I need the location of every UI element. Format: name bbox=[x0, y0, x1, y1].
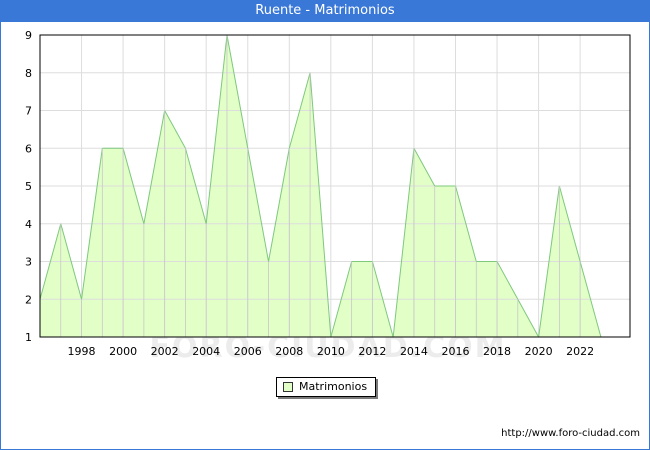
x-tick-label: 2000 bbox=[109, 345, 137, 358]
x-tick-label: 2014 bbox=[400, 345, 428, 358]
y-tick-label: 1 bbox=[25, 331, 32, 344]
x-tick-label: 1998 bbox=[68, 345, 96, 358]
y-tick-label: 6 bbox=[25, 142, 32, 155]
x-tick-label: 2008 bbox=[275, 345, 303, 358]
x-tick-label: 2020 bbox=[525, 345, 553, 358]
y-tick-label: 4 bbox=[25, 218, 32, 231]
y-tick-label: 5 bbox=[25, 180, 32, 193]
x-tick-label: 2002 bbox=[151, 345, 179, 358]
x-tick-label: 2018 bbox=[483, 345, 511, 358]
legend-swatch bbox=[283, 382, 293, 392]
x-tick-label: 2010 bbox=[317, 345, 345, 358]
x-tick-label: 2022 bbox=[566, 345, 594, 358]
y-tick-label: 9 bbox=[25, 29, 32, 42]
y-tick-label: 7 bbox=[25, 105, 32, 118]
y-tick-label: 2 bbox=[25, 293, 32, 306]
legend: Matrimonios bbox=[276, 377, 377, 397]
x-tick-label: 2006 bbox=[234, 345, 262, 358]
x-tick-label: 2012 bbox=[358, 345, 386, 358]
x-tick-label: 2004 bbox=[192, 345, 220, 358]
legend-label: Matrimonios bbox=[299, 380, 368, 393]
y-tick-label: 8 bbox=[25, 67, 32, 80]
x-tick-label: 2016 bbox=[441, 345, 469, 358]
y-tick-label: 3 bbox=[25, 256, 32, 269]
source-link[interactable]: http://www.foro-ciudad.com bbox=[501, 428, 640, 439]
